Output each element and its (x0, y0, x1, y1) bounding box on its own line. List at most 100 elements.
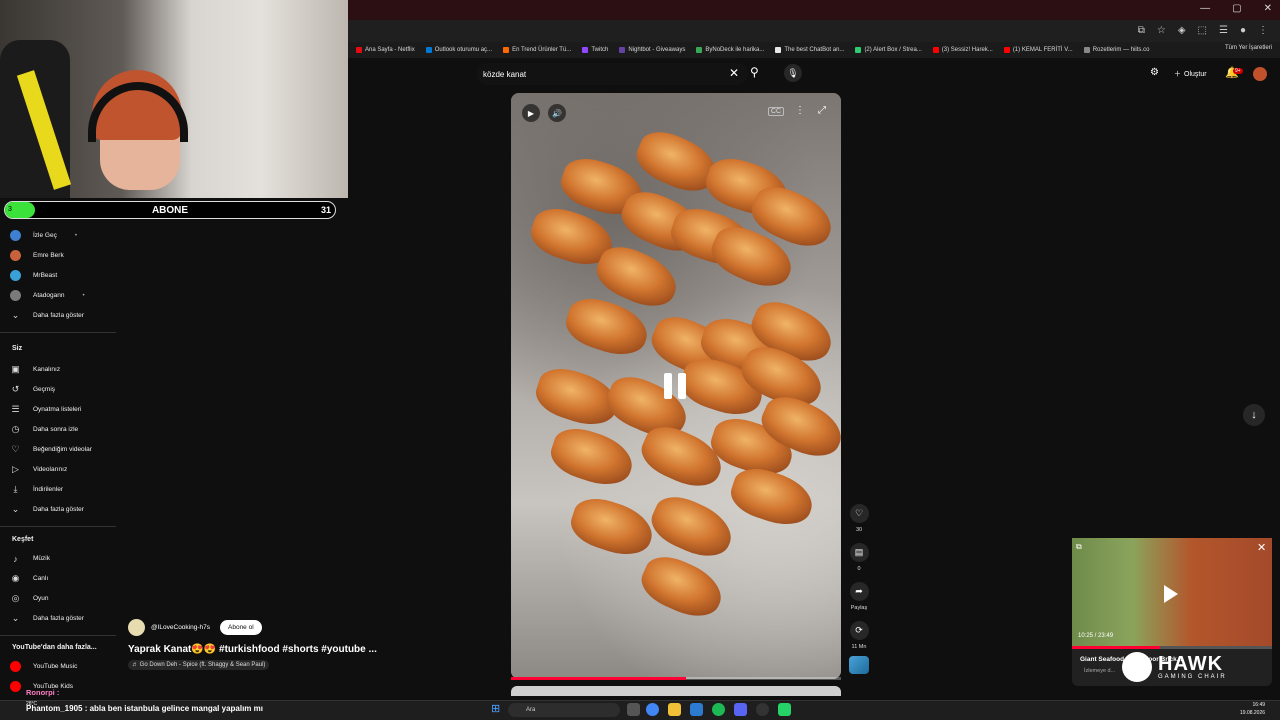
short-music-chip[interactable]: ♬ Go Down Deh - Spice (ft. Shaggy & Sean… (128, 660, 270, 670)
comment-action[interactable]: ▤ 0 (849, 543, 869, 572)
like-action[interactable]: ♡ 30 (849, 504, 869, 533)
sidebar-show-more-button[interactable]: ⌄ Daha fazla göster (10, 504, 84, 515)
bookmark-item[interactable]: The best ChatBot an... (775, 47, 844, 53)
settings-gear-icon[interactable]: ⚙ (1150, 67, 1159, 78)
microphone-icon[interactable]: 🎙 (784, 64, 802, 82)
bookmark-item[interactable]: (3) Sessiz! Harek... (932, 47, 993, 53)
music-note-icon: ♬ (132, 662, 140, 668)
sidebar-more-heading: YouTube'dan daha fazla... (12, 644, 97, 651)
minimize-icon[interactable]: — (1200, 3, 1210, 14)
sidebar-show-more-button[interactable]: ⌄ Daha fazla göster (10, 310, 84, 321)
clear-search-icon[interactable]: ✕ (729, 66, 739, 80)
sidebar-item[interactable]: ♪ Müzik (10, 553, 50, 564)
sidebar-item[interactable]: ☰ Oynatma listeleri (10, 404, 81, 415)
taskbar-search[interactable]: Ara (508, 703, 620, 717)
miniplayer-play-icon[interactable] (1164, 585, 1178, 603)
comment-icon[interactable]: ▤ (849, 543, 869, 562)
sound-thumbnail[interactable] (849, 656, 869, 674)
fullscreen-icon[interactable]: ⤢ (818, 105, 826, 116)
sidebar-item[interactable]: ◷ Daha sonra izle (10, 424, 79, 435)
remix-count: 11 Mn (851, 644, 867, 650)
bookmark-item[interactable]: (1) KEMAL FERİTİ V... (1003, 47, 1073, 53)
sidebar-subscription-item[interactable]: Atadogann • (10, 290, 85, 301)
sidebar-subscription-item[interactable]: Emre Berk (10, 250, 64, 261)
file-explorer-icon[interactable] (668, 703, 681, 716)
miniplayer-subtitle: İzlemeye d... (1084, 668, 1116, 674)
maximize-icon[interactable]: ▢ (1232, 3, 1241, 14)
play-icon[interactable]: ▶ (522, 104, 540, 122)
bookmark-label: Outlook oturumu aç... (434, 47, 493, 53)
sidebar-item[interactable]: ⤓ İndirilenler (10, 484, 64, 495)
bookmark-item[interactable]: Rozetlerim — hiits.co (1083, 47, 1149, 53)
short-title[interactable]: Yaprak Kanat😍😍 #turkishfood #shorts #you… (128, 644, 377, 655)
windows-start-icon[interactable]: ⊞ (491, 702, 500, 715)
sidebar-item[interactable]: ▷ Videolarınız (10, 464, 67, 475)
sidebar-item-label: Atadogann (33, 292, 65, 299)
extensions-puzzle-icon[interactable]: ⬚ (1198, 25, 1207, 36)
remix-action[interactable]: ⟳ 11 Mn (849, 621, 869, 650)
bookmark-item[interactable]: Twitch (582, 47, 608, 53)
sidebar-show-more-button[interactable]: ⌄ Daha fazla göster (10, 613, 84, 624)
bookmark-item[interactable]: (2) Alert Box / Strea... (855, 47, 922, 53)
task-view-icon[interactable] (627, 703, 640, 716)
close-icon[interactable]: ✕ (1264, 3, 1272, 14)
profile-icon[interactable]: ● (1240, 25, 1246, 36)
taskbar-clock[interactable]: 16:49 19.08.2026 (1240, 701, 1265, 717)
bookmark-item[interactable]: ByNoDeck ile harika... (696, 47, 764, 53)
store-icon[interactable] (690, 703, 703, 716)
bookmark-label: Nightbot - Giveaways (628, 47, 686, 53)
sidebar-item[interactable]: ↺ Geçmiş (10, 384, 55, 395)
sidebar-item[interactable]: YouTube Music (10, 661, 77, 672)
channel-avatar (10, 270, 21, 281)
bookmark-item[interactable]: Outlook oturumu aç... (425, 47, 493, 53)
chevron-down-icon: ⌄ (11, 504, 20, 514)
sidebar-item[interactable]: ◎ Oyun (10, 593, 49, 604)
bookmark-item[interactable]: Nightbot - Giveaways (619, 47, 685, 53)
volume-icon[interactable]: 🔊 (548, 104, 566, 122)
remix-icon[interactable]: ⟳ (849, 621, 869, 640)
search-icon[interactable]: ⚲ (750, 65, 759, 79)
create-button[interactable]: ＋ Oluştur (1168, 66, 1213, 82)
menu-dots-icon[interactable]: ⋮ (1258, 25, 1268, 36)
toolbar-icons: ⧉ ☆ ◈ ⬚ ☰ ● ⋮ (1138, 25, 1268, 36)
cast-icon[interactable]: ⧉ (1138, 25, 1145, 36)
spotify-icon[interactable] (712, 703, 725, 716)
extension-icon[interactable]: ◈ (1178, 25, 1186, 36)
captions-icon[interactable]: CC (768, 107, 785, 116)
share-icon[interactable]: ➦ (849, 582, 869, 601)
channel-avatar[interactable] (128, 619, 145, 636)
star-icon[interactable]: ☆ (1157, 25, 1166, 36)
next-short-peek[interactable] (511, 686, 841, 696)
window-controls: — ▢ ✕ (1200, 3, 1272, 14)
all-bookmarks-link[interactable]: Tüm Yer İşaretleri (1225, 45, 1272, 51)
obs-icon[interactable] (756, 703, 769, 716)
tab-search-icon[interactable]: ☰ (1219, 25, 1228, 36)
bookmark-item[interactable]: En Trend Ürünler Tü... (503, 47, 571, 53)
discord-icon[interactable] (734, 703, 747, 716)
bookmark-favicon-icon (855, 47, 862, 53)
bookmark-favicon-icon (696, 47, 703, 53)
channel-name[interactable]: @ILoveCooking-h7s (151, 624, 210, 631)
whatsapp-icon[interactable] (778, 703, 791, 716)
sidebar-item[interactable]: ♡ Beğendiğim videolar (10, 444, 91, 455)
sidebar-item[interactable]: ▣ Kanalınız (10, 364, 60, 375)
miniplayer-close-icon[interactable]: ✕ (1257, 541, 1266, 554)
sidebar-subscription-item[interactable]: MrBeast (10, 270, 57, 281)
more-options-icon[interactable]: ⋮ (795, 105, 805, 116)
subscribe-button[interactable]: Abone ol (220, 620, 262, 635)
account-avatar[interactable] (1253, 67, 1267, 81)
watch-later-icon: ◷ (11, 424, 20, 434)
bookmark-item[interactable]: Ana Sayfa - Netflix (356, 47, 415, 53)
pause-icon[interactable] (664, 373, 688, 399)
picture-in-picture-icon[interactable]: ⧉ (1076, 542, 1082, 552)
sidebar-subscription-item[interactable]: İzle Geç • (10, 230, 77, 241)
sidebar-you-heading[interactable]: Siz (12, 345, 22, 352)
like-icon[interactable]: ♡ (849, 504, 869, 523)
liked-icon: ♡ (11, 444, 20, 454)
chrome-icon[interactable] (646, 703, 659, 716)
share-action[interactable]: ➦ Paylaş (849, 582, 869, 611)
sidebar-item[interactable]: ◉ Canlı (10, 573, 49, 584)
search-input[interactable]: közde kanat (476, 63, 748, 85)
miniplayer-progress-fill (1072, 646, 1160, 649)
next-short-arrow-icon[interactable]: ↓ (1243, 404, 1265, 426)
